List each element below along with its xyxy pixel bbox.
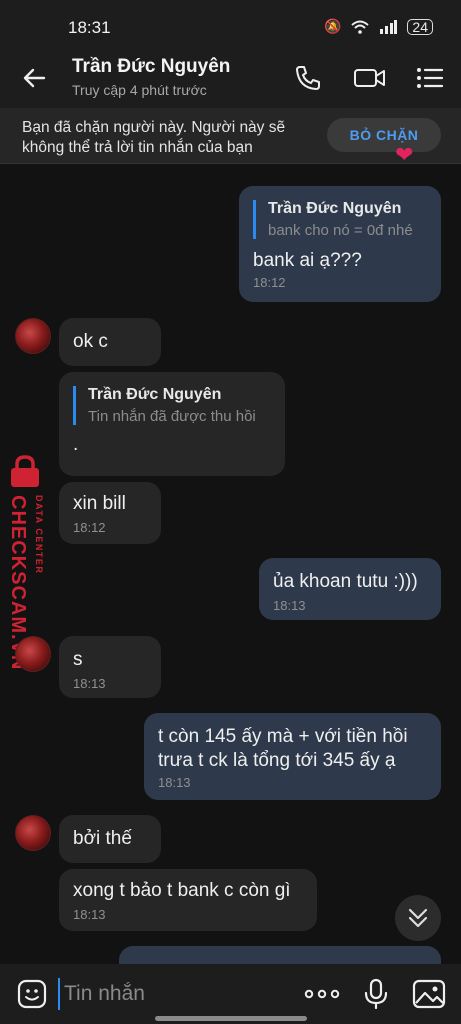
lock-icon <box>11 455 39 487</box>
quoted-message: Trần Đức Nguyên bank cho nó = 0đ nhé <box>253 200 427 239</box>
scroll-down-button[interactable] <box>395 895 441 941</box>
message-bubble-incoming[interactable]: s 18:13 <box>59 636 161 698</box>
message-bubble-outgoing[interactable] <box>119 946 441 964</box>
avatar[interactable] <box>15 636 51 672</box>
message-bubble-outgoing[interactable]: Trần Đức Nguyên bank cho nó = 0đ nhé ban… <box>239 186 441 302</box>
message-bubble-incoming[interactable]: xin bill 18:12 <box>59 482 161 544</box>
message-time: 18:13 <box>158 775 191 790</box>
menu-icon[interactable] <box>414 62 446 94</box>
back-arrow-icon[interactable] <box>18 62 50 94</box>
contact-name[interactable]: Trần Đức Nguyên <box>72 56 230 78</box>
wifi-icon <box>351 20 370 34</box>
image-icon[interactable] <box>412 978 446 1010</box>
watermark-subtitle: DATA CENTER <box>34 495 44 575</box>
more-icon[interactable] <box>302 982 342 1006</box>
phone-icon[interactable] <box>292 62 324 94</box>
message-bubble-outgoing[interactable]: t còn 145 ấy mà + với tiền hồi trưa t ck… <box>144 713 441 800</box>
mute-icon: 🔕 <box>323 18 342 34</box>
message-text: ủa khoan tutu :))) <box>273 571 418 592</box>
message-time: 18:13 <box>73 907 106 922</box>
unblock-button[interactable]: BỎ CHẶN <box>327 118 441 152</box>
signal-icon <box>380 19 398 34</box>
message-text: xin bill <box>73 493 126 514</box>
message-text: bank ai ạ??? <box>253 250 362 271</box>
home-indicator <box>155 1016 307 1021</box>
heart-reaction-icon[interactable]: ❤ <box>395 142 423 167</box>
message-input[interactable] <box>58 978 278 1010</box>
quote-author: Trần Đức Nguyên <box>88 386 222 403</box>
chat-header: Trần Đức Nguyên Truy cập 4 phút trước <box>0 46 461 108</box>
message-text-line: t còn 145 ấy mà + với tiền hồi <box>158 726 408 747</box>
battery-indicator: 24 <box>407 18 433 35</box>
message-text: . <box>73 434 79 455</box>
chevron-double-down-icon <box>408 908 428 928</box>
blocked-message: Bạn đã chặn người này. Người này sẽ khôn… <box>22 119 286 156</box>
status-icons: 🔕 24 <box>324 18 433 35</box>
blocked-banner: Bạn đã chặn người này. Người này sẽ khôn… <box>0 108 461 164</box>
message-time: 18:12 <box>73 520 106 535</box>
sticker-icon[interactable] <box>16 978 48 1010</box>
message-bubble-outgoing[interactable]: ủa khoan tutu :))) 18:13 <box>259 558 441 620</box>
message-text: ok c <box>73 331 108 352</box>
message-text-line: trưa t ck là tổng tới 345 ấy ạ <box>158 750 396 771</box>
quote-text: Tin nhắn đã được thu hồi <box>88 408 256 425</box>
avatar[interactable] <box>15 815 51 851</box>
avatar[interactable] <box>15 318 51 354</box>
message-bubble-incoming[interactable]: Trần Đức Nguyên Tin nhắn đã được thu hồi… <box>59 372 285 476</box>
video-camera-icon[interactable] <box>353 62 387 94</box>
quote-text: bank cho nó = 0đ nhé <box>268 222 413 239</box>
message-input-bar <box>0 964 461 1024</box>
message-bubble-incoming[interactable]: bởi thế <box>59 815 161 863</box>
quote-author: Trần Đức Nguyên <box>268 200 402 217</box>
microphone-icon[interactable] <box>362 978 390 1010</box>
message-text: s <box>73 649 83 670</box>
message-time: 18:12 <box>253 275 286 290</box>
message-time: 18:13 <box>73 676 106 691</box>
status-time: 18:31 <box>68 18 111 37</box>
message-text: bởi thế <box>73 828 132 849</box>
message-time: 18:13 <box>273 598 306 613</box>
watermark: CHECKSCAM.VN DATA CENTER <box>4 455 48 670</box>
contact-status: Truy cập 4 phút trước <box>72 82 207 98</box>
message-bubble-incoming[interactable]: ok c <box>59 318 161 366</box>
message-text: xong t bảo t bank c còn gì <box>73 880 291 901</box>
message-bubble-incoming[interactable]: xong t bảo t bank c còn gì 18:13 <box>59 869 317 931</box>
quoted-message: Trần Đức Nguyên Tin nhắn đã được thu hồi <box>73 386 271 425</box>
